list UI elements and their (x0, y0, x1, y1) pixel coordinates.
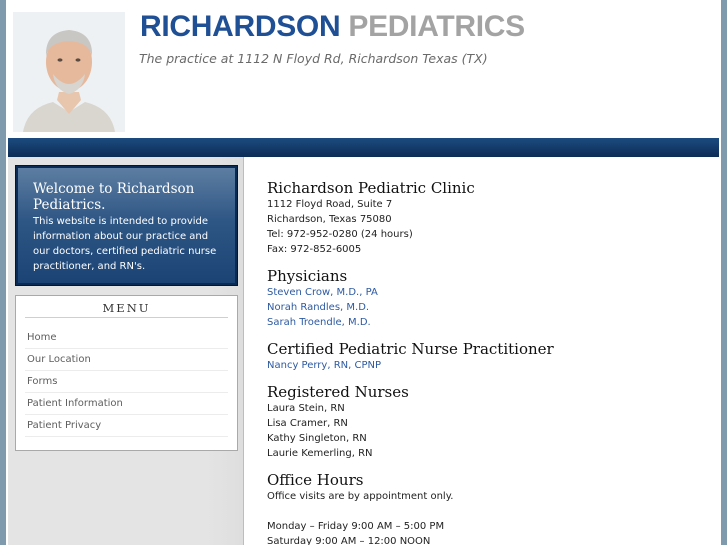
page-frame: RICHARDSON PEDIATRICS The practice at 11… (6, 0, 721, 545)
physician-link-sarah-troendle[interactable]: Sarah Troendle, M.D. (267, 315, 707, 330)
office-hours-weekday: Monday – Friday 9:00 AM – 5:00 PM (267, 521, 445, 532)
nurse-lisa-cramer: Lisa Cramer, RN (267, 418, 348, 429)
menu-title: MENU (25, 300, 228, 318)
welcome-box-inner: Welcome to Richardson Pediatrics. This w… (18, 168, 235, 283)
main-content: Richardson Pediatric Clinic 1112 Floyd R… (267, 175, 707, 545)
clinic-telephone: Tel: 972-952-0280 (24 hours) (267, 229, 413, 240)
site-title: RICHARDSON PEDIATRICS (140, 10, 525, 44)
cpnp-heading: Certified Pediatric Nurse Practitioner (267, 340, 554, 358)
menu-item-home[interactable]: Home (25, 327, 228, 349)
office-hours-note: Office visits are by appointment only. (267, 491, 454, 502)
menu-item-patient-privacy[interactable]: Patient Privacy (25, 415, 228, 437)
office-hours-heading: Office Hours (267, 471, 364, 489)
site-tagline: The practice at 1112 N Floyd Rd, Richard… (139, 51, 488, 66)
site-title-part2: PEDIATRICS (348, 10, 525, 43)
navigation-bar (8, 138, 719, 157)
welcome-text: This website is intended to provide info… (33, 216, 217, 272)
physician-link-norah-randles[interactable]: Norah Randles, M.D. (267, 300, 707, 315)
nurse-kathy-singleton: Kathy Singleton, RN (267, 433, 367, 444)
welcome-box: Welcome to Richardson Pediatrics. This w… (15, 165, 238, 286)
site-header: RICHARDSON PEDIATRICS The practice at 11… (6, 0, 721, 138)
clinic-heading: Richardson Pediatric Clinic (267, 179, 475, 197)
physician-link-steven-crow[interactable]: Steven Crow, M.D., PA (267, 285, 707, 300)
cpnp-link-nancy-perry[interactable]: Nancy Perry, RN, CPNP (267, 358, 707, 373)
site-title-part1: RICHARDSON (140, 10, 341, 43)
menu-item-our-location[interactable]: Our Location (25, 349, 228, 371)
clinic-address-line1: 1112 Floyd Road, Suite 7 (267, 199, 393, 210)
physicians-heading: Physicians (267, 267, 348, 285)
clinic-address-line2: Richardson, Texas 75080 (267, 214, 392, 225)
nurses-heading: Registered Nurses (267, 383, 409, 401)
nurse-laurie-kemerling: Laurie Kemerling, RN (267, 448, 373, 459)
clinic-fax: Fax: 972-852-6005 (267, 244, 362, 255)
office-hours-saturday: Saturday 9:00 AM – 12:00 NOON (267, 536, 431, 545)
menu-item-forms[interactable]: Forms (25, 371, 228, 393)
nurse-laura-stein: Laura Stein, RN (267, 403, 345, 414)
sidebar: Welcome to Richardson Pediatrics. This w… (8, 157, 244, 545)
doctor-photo (13, 12, 125, 132)
menu-list: Home Our Location Forms Patient Informat… (25, 327, 228, 437)
menu-box: MENU Home Our Location Forms Patient Inf… (15, 295, 238, 451)
welcome-title: Welcome to Richardson Pediatrics. (33, 181, 195, 213)
menu-item-patient-information[interactable]: Patient Information (25, 393, 228, 415)
